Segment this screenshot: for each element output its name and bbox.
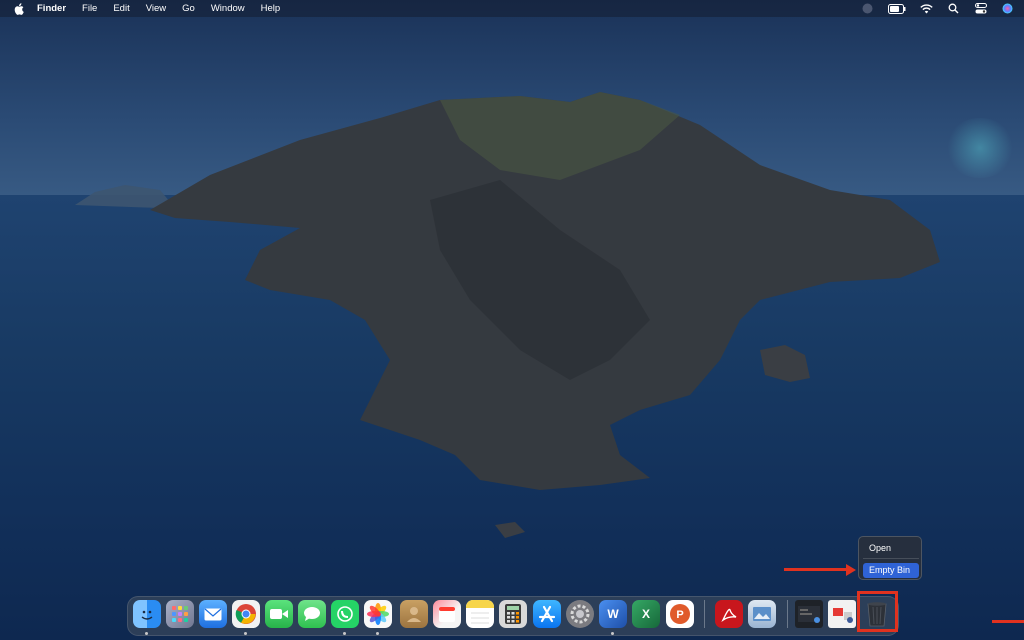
contacts-icon[interactable] xyxy=(400,600,428,628)
battery-icon[interactable] xyxy=(888,2,906,15)
bin-context-menu: Open Empty Bin xyxy=(858,536,922,580)
acrobat-icon[interactable] xyxy=(715,600,743,628)
dock-separator xyxy=(704,600,705,628)
menu-view[interactable]: View xyxy=(146,0,166,17)
powerpoint-icon[interactable]: P xyxy=(666,600,694,628)
light-glow xyxy=(945,118,1015,178)
running-indicator xyxy=(145,632,148,635)
excel-icon[interactable]: X xyxy=(632,600,660,628)
mail-icon[interactable] xyxy=(199,600,227,628)
running-indicator xyxy=(244,632,247,635)
menu-finder[interactable]: Finder xyxy=(37,0,66,17)
notes-icon[interactable] xyxy=(466,600,494,628)
apple-logo-icon[interactable] xyxy=(12,2,25,15)
running-indicator xyxy=(376,632,379,635)
app-store-icon[interactable] xyxy=(533,600,561,628)
calculator-icon[interactable] xyxy=(499,600,527,628)
menu-divider xyxy=(863,558,919,559)
svg-text:P: P xyxy=(676,609,683,621)
whatsapp-icon[interactable] xyxy=(331,600,359,628)
running-indicator xyxy=(343,632,346,635)
annotation-arrow-shaft xyxy=(784,568,846,571)
launchpad-icon[interactable] xyxy=(166,600,194,628)
menu-window[interactable]: Window xyxy=(211,0,245,17)
finder-icon[interactable] xyxy=(133,600,161,628)
dock-separator xyxy=(787,600,788,628)
facetime-icon[interactable] xyxy=(265,600,293,628)
chrome-icon[interactable] xyxy=(232,600,260,628)
photos-icon[interactable] xyxy=(364,600,392,628)
system-preferences-icon[interactable] xyxy=(566,600,594,628)
context-menu-empty-bin[interactable]: Empty Bin xyxy=(863,563,919,578)
annotation-highlight-box xyxy=(857,591,898,632)
context-menu-open[interactable]: Open xyxy=(869,543,891,553)
menu-go[interactable]: Go xyxy=(182,0,195,17)
calendar-icon[interactable] xyxy=(433,600,461,628)
running-indicator xyxy=(611,632,614,635)
annotation-arrow-head xyxy=(846,563,856,576)
preview-icon[interactable] xyxy=(748,600,776,628)
search-icon[interactable] xyxy=(947,2,960,15)
menu-file[interactable]: File xyxy=(82,0,97,17)
wifi-icon[interactable] xyxy=(920,2,933,15)
menu-bar: Finder File Edit View Go Window Help xyxy=(0,0,1024,17)
control-center-icon[interactable] xyxy=(974,2,987,15)
siri-dot-icon[interactable] xyxy=(861,2,874,15)
menu-edit[interactable]: Edit xyxy=(113,0,129,17)
recent-item-1-icon[interactable] xyxy=(795,600,823,628)
siri-icon[interactable] xyxy=(1001,2,1014,15)
recent-item-2-icon[interactable] xyxy=(828,600,856,628)
menu-help[interactable]: Help xyxy=(261,0,281,17)
annotation-line-edge xyxy=(992,620,1024,623)
messages-icon[interactable] xyxy=(298,600,326,628)
word-icon[interactable]: W xyxy=(599,600,627,628)
